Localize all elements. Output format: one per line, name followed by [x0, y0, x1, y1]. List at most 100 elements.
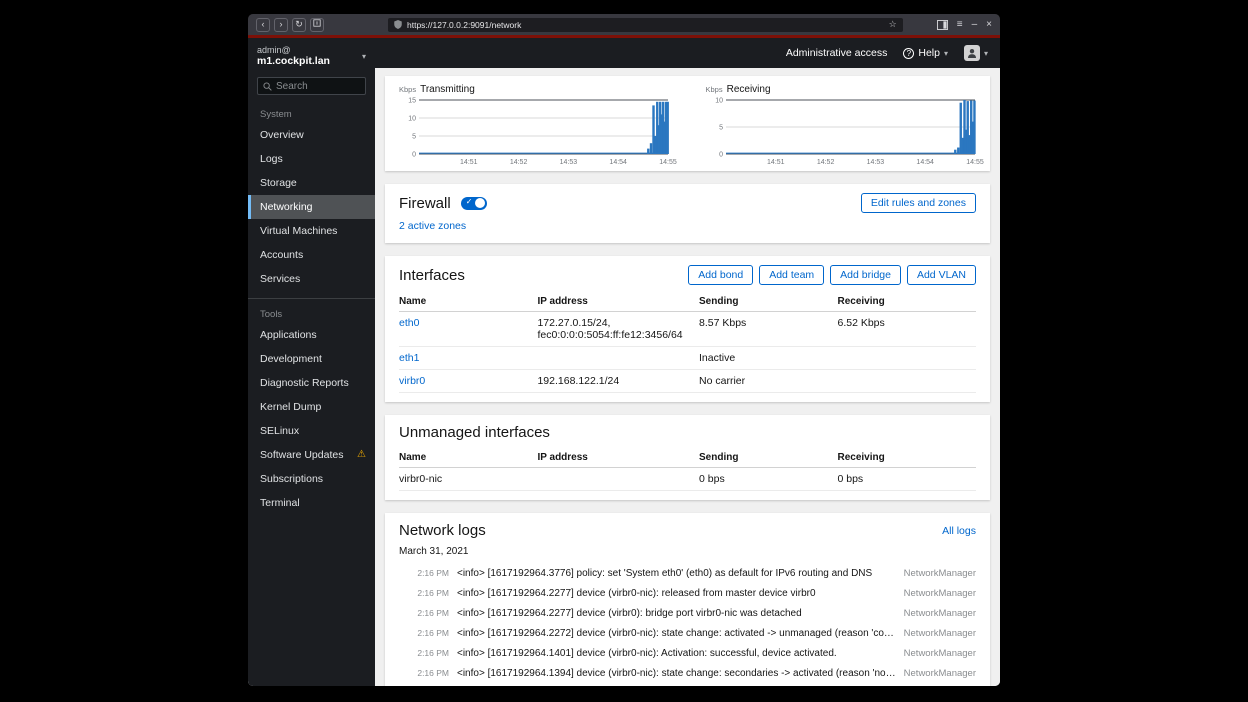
sidebar-item[interactable]: Applications [248, 323, 375, 347]
sidebar-item[interactable]: Software Updates [248, 443, 375, 467]
sidebar-item[interactable]: Terminal [248, 491, 375, 515]
active-zones-link[interactable]: 2 active zones [399, 220, 466, 232]
column-header: Receiving [837, 296, 975, 307]
sidebar-item-label: Storage [260, 177, 297, 189]
log-service: NetworkManager [904, 668, 976, 679]
firewall-card: Firewall Edit rules and zones 2 active z… [385, 184, 990, 243]
log-entry-row[interactable]: 2:16 PM <info> [1617192964.3776] policy:… [399, 563, 976, 583]
bookmark-star-icon[interactable]: ☆ [889, 19, 897, 30]
interface-name-link[interactable]: eth0 [399, 317, 537, 329]
log-date-header: March 31, 2021 [399, 546, 976, 557]
log-message: <info> [1617192964.2277] device (virbr0-… [457, 588, 896, 599]
browser-reload-button[interactable]: ↻ [292, 18, 306, 32]
sidebar-item[interactable]: Logs [248, 147, 375, 171]
search-icon [263, 82, 272, 91]
sidebar-item[interactable]: Overview [248, 123, 375, 147]
browser-panel-icon[interactable] [937, 20, 948, 30]
column-header: Name [399, 452, 537, 463]
log-entry-row[interactable]: 2:16 PM <info> [1617192964.2272] device … [399, 623, 976, 643]
interface-add-buttons: Add bond Add team Add bridge Add VLAN [688, 265, 976, 285]
sidebar-item[interactable]: Kernel Dump [248, 395, 375, 419]
sidebar-item[interactable]: SELinux [248, 419, 375, 443]
interface-row: eth1 Inactive [399, 347, 976, 370]
toggle-knob [475, 198, 485, 208]
all-logs-link[interactable]: All logs [942, 525, 976, 537]
log-service: NetworkManager [904, 628, 976, 639]
add-interface-button[interactable]: Add VLAN [907, 265, 976, 285]
interface-ip: 192.168.122.1/24 [537, 375, 699, 387]
svg-text:5: 5 [719, 125, 723, 132]
svg-text:14:53: 14:53 [866, 159, 884, 166]
transmitting-chart: Kbps Transmitting 15105014:5114:5214:531… [399, 84, 670, 167]
sidebar-section-label: System [248, 102, 375, 123]
sidebar-item-label: SELinux [260, 425, 299, 437]
window-minimize-button[interactable]: – [972, 19, 978, 30]
firewall-toggle[interactable] [461, 197, 487, 210]
log-message: <info> [1617192964.2277] device (virbr0)… [457, 608, 896, 619]
site-security-shield-icon [394, 20, 402, 29]
log-entry-row[interactable]: 2:16 PM <info> [1617192964.2277] device … [399, 583, 976, 603]
edit-rules-and-zones-button[interactable]: Edit rules and zones [861, 193, 976, 213]
sidebar-item[interactable]: Development [248, 347, 375, 371]
log-entry-row[interactable]: 2:16 PM <info> [1617192964.1394] device … [399, 663, 976, 683]
session-user: admin@ [257, 45, 330, 55]
log-time: 2:16 PM [411, 568, 449, 578]
sidebar-section-label: Tools [248, 302, 375, 323]
log-service: NetworkManager [904, 608, 976, 619]
interfaces-card: Interfaces Add bond Add team Add bridge … [385, 256, 990, 402]
log-service: NetworkManager [904, 648, 976, 659]
window-close-button[interactable]: × [986, 19, 992, 30]
browser-forward-button[interactable]: › [274, 18, 288, 32]
log-message: <info> [1617192964.2272] device (virbr0-… [457, 628, 896, 639]
browser-url-bar[interactable]: https://127.0.0.2:9091/network ☆ [388, 18, 903, 32]
box-arrow-icon [313, 19, 321, 27]
add-interface-button[interactable]: Add team [759, 265, 824, 285]
sidebar-item[interactable]: Virtual Machines [248, 219, 375, 243]
administrative-access-button[interactable]: Administrative access [786, 47, 888, 59]
log-entries: 2:16 PM <info> [1617192964.3776] policy:… [399, 563, 976, 686]
interface-sending: No carrier [699, 375, 837, 387]
add-interface-button[interactable]: Add bridge [830, 265, 901, 285]
browser-menu-button[interactable]: ≡ [957, 19, 963, 30]
sidebar-item-label: Kernel Dump [260, 401, 321, 413]
chart-title: Transmitting [420, 84, 475, 95]
sidebar-item[interactable]: Subscriptions [248, 467, 375, 491]
session-host-selector[interactable]: admin@ m1.cockpit.lan ▾ [248, 38, 375, 72]
svg-text:14:51: 14:51 [767, 159, 785, 166]
sidebar-item[interactable]: Services [248, 267, 375, 291]
log-entry-row[interactable]: 2:16 PM <info> [1617192964.1388] device … [399, 683, 976, 686]
column-header: IP address [537, 452, 699, 463]
sidebar-item-label: Terminal [260, 497, 300, 509]
browser-window: ‹ › ↻ https://127.0.0.2:9091/network ☆ ≡… [248, 14, 1000, 686]
sidebar-item[interactable]: Storage [248, 171, 375, 195]
svg-text:14:54: 14:54 [916, 159, 934, 166]
interface-sending: 0 bps [699, 473, 837, 485]
main-area: Administrative access ? Help ▾ ▾ [375, 38, 1000, 686]
log-entry-row[interactable]: 2:16 PM <info> [1617192964.1401] device … [399, 643, 976, 663]
interface-name: virbr0-nic [399, 473, 537, 485]
help-menu[interactable]: ? Help ▾ [903, 47, 948, 59]
interfaces-title: Interfaces [399, 267, 465, 284]
interface-row: eth0 172.27.0.15/24, fec0:0:0:0:5054:ff:… [399, 312, 976, 347]
sidebar-item-label: Services [260, 273, 300, 285]
browser-save-page-button[interactable] [310, 18, 324, 32]
person-icon [967, 48, 977, 58]
search-input[interactable] [276, 81, 360, 92]
sidebar-item-label: Applications [260, 329, 317, 341]
sidebar-item[interactable]: Accounts [248, 243, 375, 267]
browser-back-button[interactable]: ‹ [256, 18, 270, 32]
interface-name-link[interactable]: virbr0 [399, 375, 537, 387]
svg-text:5: 5 [412, 134, 416, 141]
chart-unit-label: Kbps [706, 85, 723, 94]
sidebar-item[interactable]: Networking [248, 195, 375, 219]
log-entry-row[interactable]: 2:16 PM <info> [1617192964.2277] device … [399, 603, 976, 623]
help-icon: ? [903, 48, 914, 59]
user-menu[interactable]: ▾ [964, 45, 988, 61]
add-interface-button[interactable]: Add bond [688, 265, 753, 285]
sidebar-item-label: Development [260, 353, 322, 365]
svg-text:14:55: 14:55 [966, 159, 984, 166]
interface-name-link[interactable]: eth1 [399, 352, 537, 364]
log-message: <info> [1617192964.1394] device (virbr0-… [457, 668, 896, 679]
sidebar-item[interactable]: Diagnostic Reports [248, 371, 375, 395]
receiving-chart: Kbps Receiving 105014:5114:5214:5314:541… [706, 84, 977, 167]
